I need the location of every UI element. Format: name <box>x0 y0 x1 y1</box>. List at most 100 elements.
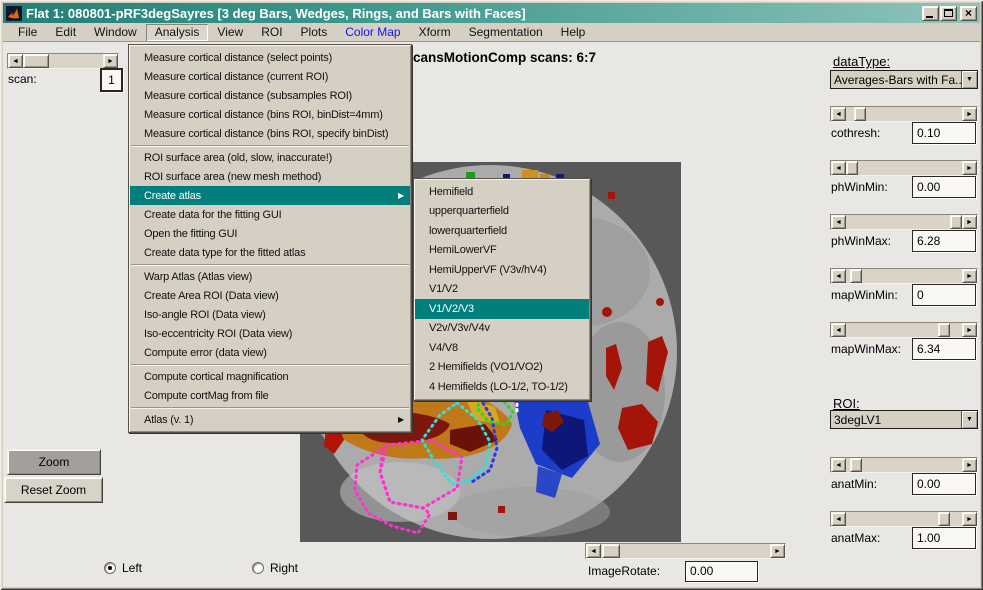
param-slider[interactable]: ◄ ► <box>830 214 978 230</box>
analysis-menu-item-create-data-type-for-the-fitted-atlas[interactable]: Create data type for the fitted atlas ▶ <box>130 243 410 262</box>
slider-right-arrow-icon[interactable]: ► <box>103 54 118 68</box>
slider-right-arrow-icon[interactable]: ► <box>962 269 977 283</box>
analysis-menu-item-measure-cortical-distance-subsamples-roi[interactable]: Measure cortical distance (subsamples RO… <box>130 86 410 105</box>
slider-left-arrow-icon[interactable]: ◄ <box>831 161 846 175</box>
right-radio-button[interactable] <box>252 562 264 574</box>
close-button[interactable]: × <box>960 6 977 21</box>
atlas-submenu-item-v1-v2[interactable]: V1/V2 ▶ <box>415 280 589 300</box>
analysis-menu-item-warp-atlas-atlas-view[interactable]: Warp Atlas (Atlas view) ▶ <box>130 267 410 286</box>
slider-left-arrow-icon[interactable]: ◄ <box>831 458 846 472</box>
atlas-submenu-item-hemifield[interactable]: Hemifield ▶ <box>415 182 589 202</box>
analysis-menu-item-atlas-v-1[interactable]: Atlas (v. 1) ▶ <box>130 410 410 429</box>
atlas-submenu-item-hemilowervf[interactable]: HemiLowerVF ▶ <box>415 241 589 261</box>
analysis-menu-item-measure-cortical-distance-bins-roi-specify-bindist[interactable]: Measure cortical distance (bins ROI, spe… <box>130 124 410 143</box>
analysis-menu-item-open-the-fitting-gui[interactable]: Open the fitting GUI ▶ <box>130 224 410 243</box>
slider-left-arrow-icon[interactable]: ◄ <box>831 323 846 337</box>
param-slider-thumb[interactable] <box>850 269 862 283</box>
left-radio-button[interactable] <box>104 562 116 574</box>
param-input[interactable]: 0 <box>912 284 976 306</box>
param-slider[interactable]: ◄ ► <box>830 457 978 473</box>
analysis-menu-item-compute-cortical-magnification[interactable]: Compute cortical magnification ▶ <box>130 367 410 386</box>
right-hemisphere-option[interactable]: Right <box>252 561 298 575</box>
analysis-menu-item-iso-angle-roi-data-view[interactable]: Iso-angle ROI (Data view) ▶ <box>130 305 410 324</box>
analysis-menu-item-iso-eccentricity-roi-data-view[interactable]: Iso-eccentricity ROI (Data view) ▶ <box>130 324 410 343</box>
menubar-item-view[interactable]: View <box>208 24 252 41</box>
menubar-item-file[interactable]: File <box>9 24 46 41</box>
param-slider[interactable]: ◄ ► <box>830 268 978 284</box>
scan-slider-thumb[interactable] <box>23 54 49 68</box>
param-slider-thumb[interactable] <box>850 458 862 472</box>
atlas-submenu-item-lowerquarterfield[interactable]: lowerquarterfield ▶ <box>415 221 589 241</box>
param-input[interactable]: 0.00 <box>912 473 976 495</box>
analysis-menu-item-measure-cortical-distance-current-roi[interactable]: Measure cortical distance (current ROI) … <box>130 67 410 86</box>
menubar-item-segmentation[interactable]: Segmentation <box>460 24 552 41</box>
image-rotate-slider[interactable]: ◄ ► <box>585 543 786 559</box>
analysis-menu-item-measure-cortical-distance-select-points[interactable]: Measure cortical distance (select points… <box>130 48 410 67</box>
analysis-menu-item-compute-error-data-view[interactable]: Compute error (data view) ▶ <box>130 343 410 362</box>
menubar-item-color-map[interactable]: Color Map <box>336 24 409 41</box>
analysis-menu-item-roi-surface-area-old-slow-inaccurate[interactable]: ROI surface area (old, slow, inaccurate!… <box>130 148 410 167</box>
slider-right-arrow-icon[interactable]: ► <box>962 458 977 472</box>
slider-right-arrow-icon[interactable]: ► <box>962 512 977 526</box>
slider-left-arrow-icon[interactable]: ◄ <box>586 544 601 558</box>
analysis-menu-item-roi-surface-area-new-mesh-method[interactable]: ROI surface area (new mesh method) ▶ <box>130 167 410 186</box>
param-input[interactable]: 0.10 <box>912 122 976 144</box>
param-input[interactable]: 6.28 <box>912 230 976 252</box>
slider-right-arrow-icon[interactable]: ► <box>962 215 977 229</box>
param-input[interactable]: 1.00 <box>912 527 976 549</box>
titlebar[interactable]: Flat 1: 080801-pRF3degSayres [3 deg Bars… <box>3 3 980 23</box>
image-rotate-input[interactable]: 0.00 <box>685 561 758 582</box>
slider-left-arrow-icon[interactable]: ◄ <box>831 215 846 229</box>
image-rotate-thumb[interactable] <box>602 544 620 558</box>
atlas-submenu-item-v4-v8[interactable]: V4/V8 ▶ <box>415 338 589 358</box>
param-slider-thumb[interactable] <box>938 323 950 337</box>
param-slider[interactable]: ◄ ► <box>830 160 978 176</box>
maximize-button[interactable] <box>940 6 957 21</box>
datatype-dropdown[interactable]: Averages-Bars with Fa... ▼ <box>830 70 978 89</box>
scan-input[interactable]: 1 <box>100 68 123 92</box>
param-input[interactable]: 6.34 <box>912 338 976 360</box>
atlas-submenu-item-v1-v2-v3[interactable]: V1/V2/V3 ▶ <box>415 299 589 319</box>
analysis-menu-item-measure-cortical-distance-bins-roi-bindist-4mm[interactable]: Measure cortical distance (bins ROI, bin… <box>130 105 410 124</box>
slider-left-arrow-icon[interactable]: ◄ <box>831 512 846 526</box>
menubar-item-window[interactable]: Window <box>85 24 146 41</box>
analysis-menu-item-compute-cortmag-from-file[interactable]: Compute cortMag from file ▶ <box>130 386 410 405</box>
slider-left-arrow-icon[interactable]: ◄ <box>8 54 23 68</box>
menubar-item-analysis[interactable]: Analysis <box>146 24 209 41</box>
analysis-menu-item-create-area-roi-data-view[interactable]: Create Area ROI (Data view) ▶ <box>130 286 410 305</box>
dropdown-arrow-icon[interactable]: ▼ <box>961 411 977 428</box>
menubar-item-plots[interactable]: Plots <box>292 24 337 41</box>
menubar-item-edit[interactable]: Edit <box>46 24 85 41</box>
minimize-button[interactable] <box>922 6 939 21</box>
atlas-submenu-item-4-hemifields-lo-1-2-to-1-2[interactable]: 4 Hemifields (LO-1/2, TO-1/2) ▶ <box>415 377 589 397</box>
menubar-item-roi[interactable]: ROI <box>252 24 291 41</box>
dropdown-arrow-icon[interactable]: ▼ <box>961 71 977 88</box>
slider-left-arrow-icon[interactable]: ◄ <box>831 107 846 121</box>
atlas-submenu-item-upperquarterfield[interactable]: upperquarterfield ▶ <box>415 202 589 222</box>
atlas-submenu-item-hemiuppervf-v3v-hv4[interactable]: HemiUpperVF (V3v/hV4) ▶ <box>415 260 589 280</box>
analysis-menu-item-create-atlas[interactable]: Create atlas ▶ <box>130 186 410 205</box>
zoom-button[interactable]: Zoom <box>7 449 101 475</box>
atlas-submenu-item-2-hemifields-vo1-vo2[interactable]: 2 Hemifields (VO1/VO2) ▶ <box>415 358 589 378</box>
atlas-submenu-item-v2v-v3v-v4v[interactable]: V2v/V3v/V4v ▶ <box>415 319 589 339</box>
param-slider-thumb[interactable] <box>950 215 962 229</box>
menubar-item-help[interactable]: Help <box>552 24 595 41</box>
param-slider[interactable]: ◄ ► <box>830 511 978 527</box>
param-slider-thumb[interactable] <box>846 161 858 175</box>
scan-slider[interactable]: ◄ ► <box>7 53 119 69</box>
slider-right-arrow-icon[interactable]: ► <box>770 544 785 558</box>
slider-left-arrow-icon[interactable]: ◄ <box>831 269 846 283</box>
analysis-menu-item-create-data-for-the-fitting-gui[interactable]: Create data for the fitting GUI ▶ <box>130 205 410 224</box>
param-slider[interactable]: ◄ ► <box>830 106 978 122</box>
roi-dropdown[interactable]: 3degLV1 ▼ <box>830 410 978 429</box>
left-hemisphere-option[interactable]: Left <box>104 561 142 575</box>
reset-zoom-button[interactable]: Reset Zoom <box>4 477 103 503</box>
slider-right-arrow-icon[interactable]: ► <box>962 323 977 337</box>
param-slider-thumb[interactable] <box>854 107 866 121</box>
slider-right-arrow-icon[interactable]: ► <box>962 161 977 175</box>
slider-right-arrow-icon[interactable]: ► <box>962 107 977 121</box>
menubar-item-xform[interactable]: Xform <box>410 24 460 41</box>
param-slider[interactable]: ◄ ► <box>830 322 978 338</box>
param-input[interactable]: 0.00 <box>912 176 976 198</box>
param-slider-thumb[interactable] <box>938 512 950 526</box>
